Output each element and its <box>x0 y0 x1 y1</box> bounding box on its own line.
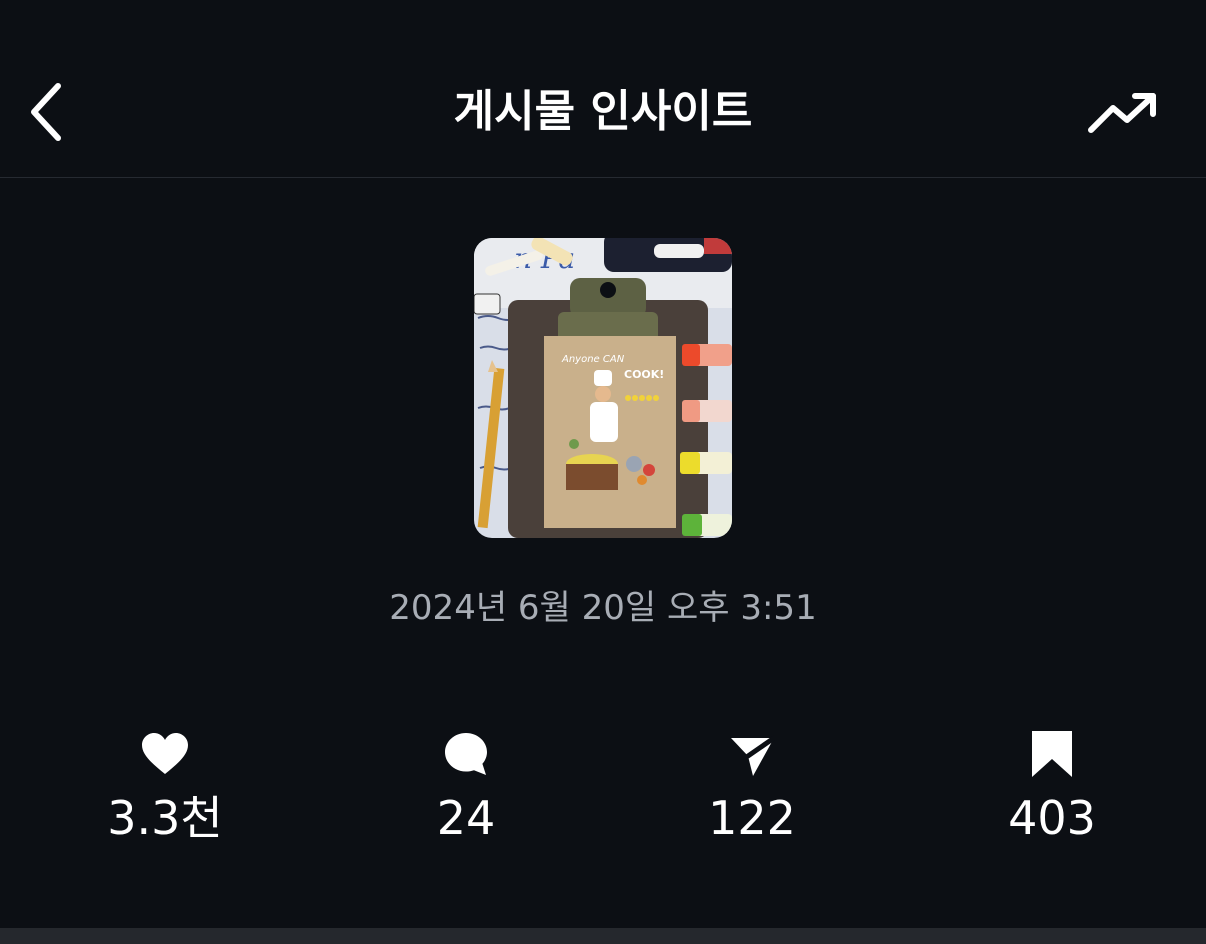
bookmark-icon <box>1032 731 1072 777</box>
share-icon <box>731 735 776 776</box>
saves-stat[interactable]: 403 <box>952 724 1152 854</box>
likes-count: 3.3천 <box>107 791 223 845</box>
post-timestamp: 2024년 6월 20일 오후 3:51 <box>389 588 817 628</box>
likes-stat[interactable]: 3.3천 <box>65 724 265 854</box>
heart-icon <box>142 733 188 774</box>
trends-button[interactable] <box>1082 82 1164 144</box>
thumbnail-headline: Anyone CAN <box>561 354 625 365</box>
comments-count: 24 <box>436 791 496 845</box>
shares-count: 122 <box>708 791 796 845</box>
saves-count: 403 <box>1008 791 1096 845</box>
trending-up-icon <box>1088 93 1156 133</box>
comments-stat[interactable]: 24 <box>366 724 566 854</box>
comment-icon <box>445 733 487 775</box>
bottom-sheet-edge <box>0 928 1206 944</box>
header-bar: 게시물 인사이트 <box>0 0 1206 178</box>
post-insights-screen: 게시물 인사이트 n Pa Anyone CAN COOK! 2024년 6월 … <box>0 0 1206 944</box>
post-thumbnail[interactable]: n Pa Anyone CAN COOK! <box>474 238 732 538</box>
shares-stat[interactable]: 122 <box>652 724 852 854</box>
thumbnail-subline: COOK! <box>624 368 664 381</box>
post-thumbnail-image: n Pa Anyone CAN COOK! <box>474 238 732 538</box>
stats-row: 3.3천 24 122 403 <box>0 724 1206 854</box>
page-title: 게시물 인사이트 <box>453 86 753 137</box>
